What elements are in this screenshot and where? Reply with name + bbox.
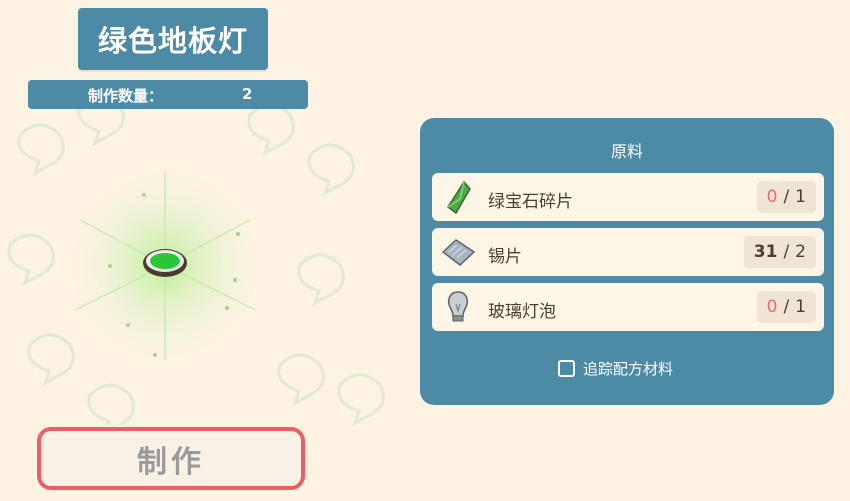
tin-sheet-icon [441, 239, 476, 266]
item-title: 绿色地板灯 [78, 8, 268, 70]
glass-bulb-icon [447, 291, 469, 322]
quantity-label: 制作数量： [88, 87, 164, 105]
material-name: 绿宝石碎片 [488, 192, 573, 212]
material-have: 31 [753, 242, 778, 262]
craft-button[interactable]: 制作 [37, 427, 305, 490]
materials-panel: 原料 绿宝石碎片 0 / 1 锡片 31 / 2 玻璃灯泡 0 / 1 追踪配方… [420, 118, 834, 405]
materials-title: 原料 [610, 142, 643, 161]
material-row-bulb: 玻璃灯泡 0 / 1 [432, 283, 824, 331]
material-have: 0 [766, 297, 778, 317]
count-separator: / [783, 242, 790, 262]
material-need: 1 [795, 297, 806, 317]
count-separator: / [783, 187, 790, 207]
material-count: 0 / 1 [756, 291, 816, 323]
quantity-bar: 制作数量： 2 [28, 80, 308, 109]
material-need: 1 [795, 187, 806, 207]
track-recipe-toggle[interactable]: 追踪配方材料 [558, 358, 673, 379]
material-name: 锡片 [488, 247, 522, 267]
track-recipe-checkbox[interactable] [558, 360, 575, 377]
count-separator: / [783, 297, 790, 317]
material-need: 2 [795, 242, 806, 262]
material-count: 0 / 1 [756, 181, 816, 213]
emerald-shard-icon [446, 180, 471, 215]
material-have: 0 [766, 187, 778, 207]
material-row-emerald: 绿宝石碎片 0 / 1 [432, 173, 824, 221]
track-recipe-label: 追踪配方材料 [583, 360, 674, 378]
quantity-value: 2 [242, 85, 253, 103]
material-row-tin: 锡片 31 / 2 [432, 228, 824, 276]
green-floor-lamp-icon [55, 155, 275, 375]
material-count: 31 / 2 [743, 236, 816, 268]
material-name: 玻璃灯泡 [488, 302, 556, 322]
